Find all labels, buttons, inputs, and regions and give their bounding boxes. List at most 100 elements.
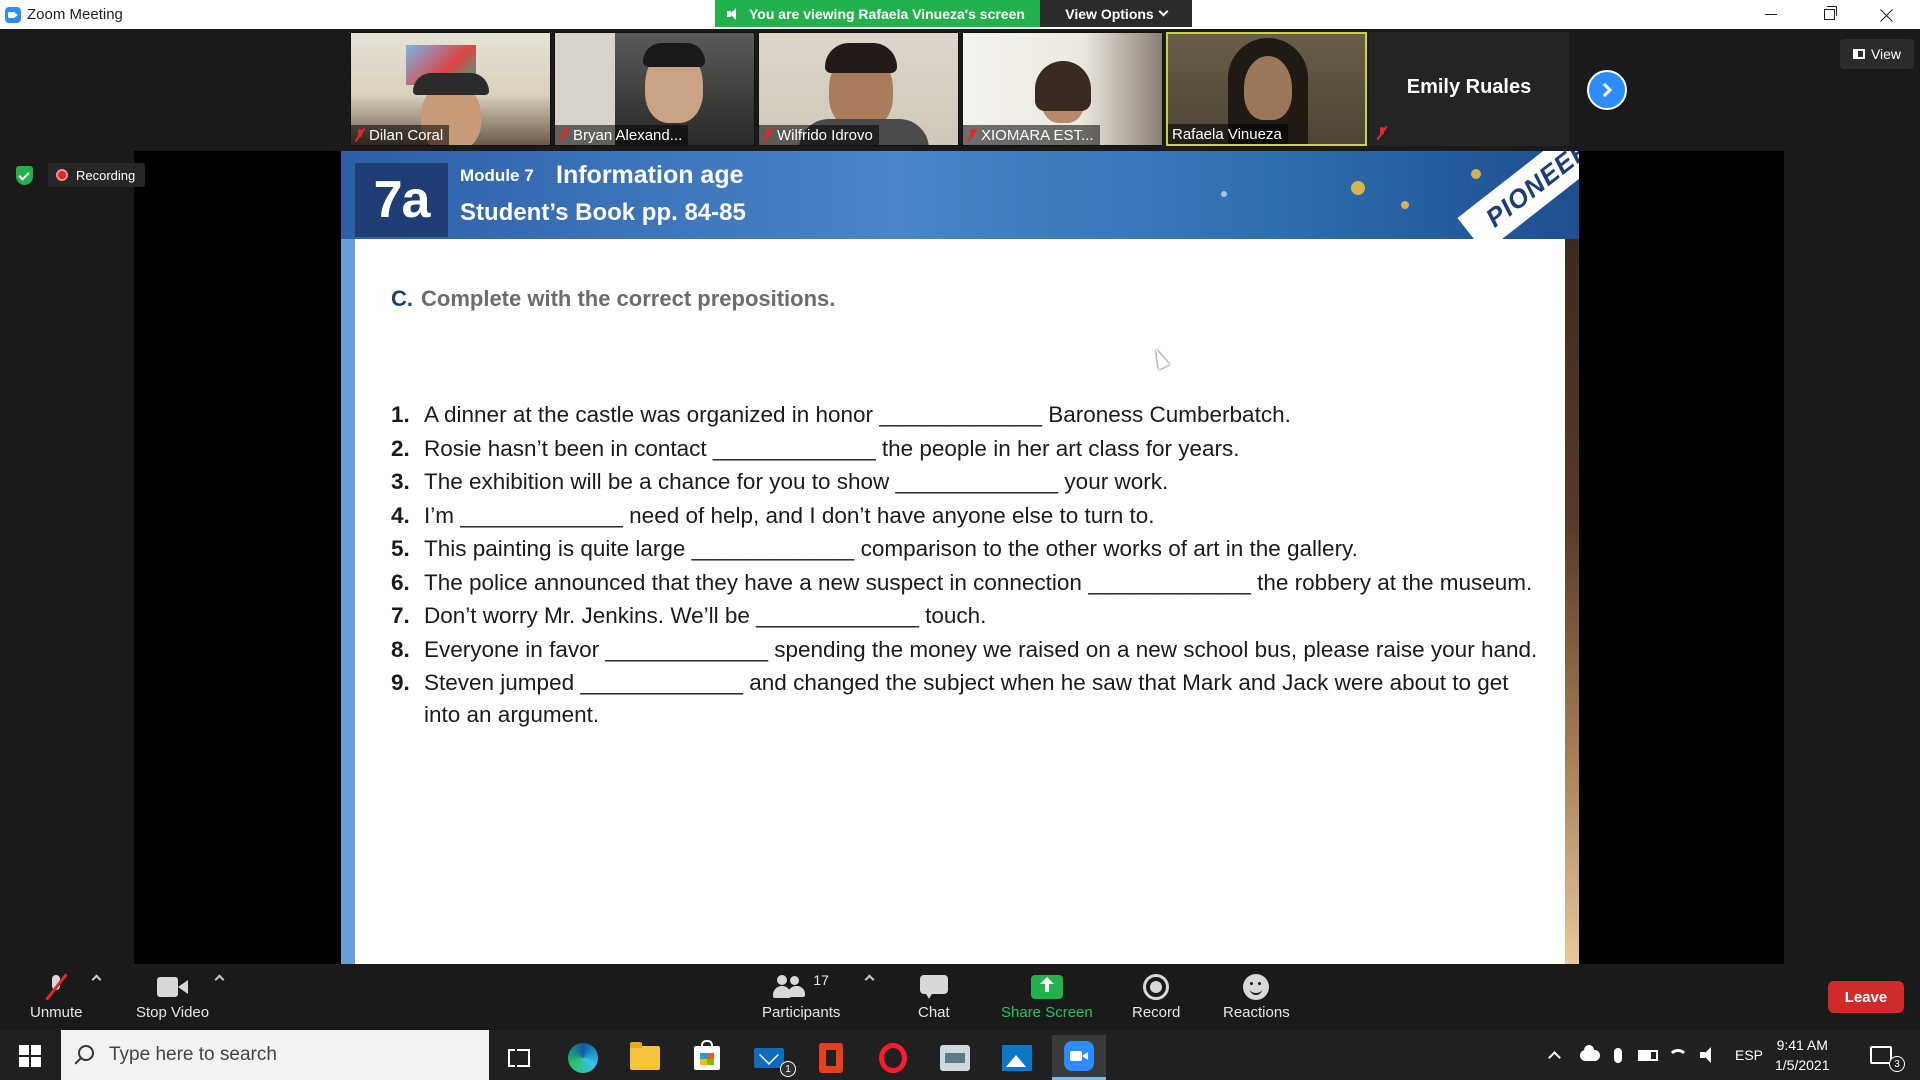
stop-video-button[interactable]: Stop Video	[136, 970, 209, 1021]
clock[interactable]: 9:41 AM 1/5/2021	[1775, 1030, 1830, 1080]
file-explorer-app[interactable]	[618, 1035, 672, 1080]
close-icon	[1880, 8, 1894, 22]
windows-start-icon[interactable]	[19, 1045, 41, 1067]
decor-splash	[1351, 181, 1365, 195]
item-number: 2.	[391, 435, 410, 461]
record-dot-icon	[56, 169, 68, 181]
viewing-banner-text: You are viewing Rafaela Vinueza's screen	[749, 5, 1025, 22]
chat-button[interactable]: Chat	[918, 970, 950, 1021]
mail-app[interactable]: 1	[742, 1035, 796, 1080]
viewing-banner: You are viewing Rafaela Vinueza's screen	[715, 0, 1040, 27]
mail-icon	[754, 1047, 784, 1068]
item-text: The police announced that they have a ne…	[424, 569, 1533, 595]
battery-tray[interactable]	[1638, 1030, 1658, 1080]
onedrive-tray[interactable]	[1580, 1030, 1600, 1080]
minimize-button[interactable]	[1742, 0, 1800, 29]
next-page-button[interactable]	[1587, 70, 1627, 110]
item-text: Everyone in favor _____________ spending…	[424, 636, 1538, 662]
participant-name-tag: Rafaela Vinueza	[1168, 124, 1288, 144]
minimize-icon	[1765, 14, 1777, 15]
chevron-down-icon	[1158, 6, 1169, 17]
participant-name: Wilfrido Idrovo	[777, 126, 873, 144]
mic-muted-icon	[355, 128, 365, 142]
hair-shape	[1035, 61, 1091, 111]
item-number: 7.	[391, 603, 410, 628]
opera-app[interactable]	[866, 1035, 920, 1080]
wifi-tray[interactable]	[1668, 1030, 1688, 1080]
document-left-bar	[341, 239, 355, 964]
view-options-label: View Options	[1065, 5, 1154, 22]
view-button[interactable]: View	[1840, 39, 1914, 69]
edge-app[interactable]	[556, 1035, 610, 1080]
chat-label: Chat	[918, 1004, 950, 1021]
video-tile-bryan[interactable]: Bryan Alexand...	[554, 32, 755, 146]
participant-figure	[1244, 56, 1292, 120]
photos-icon	[1002, 1044, 1032, 1071]
share-screen-button[interactable]: Share Screen	[1001, 970, 1093, 1021]
recording-indicator[interactable]: Recording	[48, 163, 146, 187]
hair-shape	[643, 43, 705, 67]
exercise-item: 6. The police announced that they have a …	[391, 567, 1541, 599]
taskbar-search-box[interactable]: Type here to search	[61, 1030, 489, 1080]
item-text: A dinner at the castle was organized in …	[424, 402, 1291, 427]
book-pages: Student’s Book pp. 84-85	[460, 199, 746, 226]
instruction-text: Complete with the correct prepositions.	[421, 286, 836, 311]
cloud-icon	[1580, 1044, 1600, 1061]
restore-button[interactable]	[1800, 0, 1858, 29]
language-indicator[interactable]: ESP	[1735, 1030, 1763, 1080]
reactions-button[interactable]: Reactions	[1223, 970, 1290, 1021]
view-options-button[interactable]: View Options	[1040, 0, 1192, 27]
participant-name-tag: XIOMARA EST...	[963, 125, 1100, 145]
mail-badge: 1	[780, 1061, 796, 1077]
speaker-icon	[727, 7, 741, 20]
video-options-caret-icon[interactable]	[214, 974, 225, 985]
mic-muted-icon	[1377, 126, 1387, 140]
document-right-art	[1565, 239, 1579, 964]
video-tile-rafaela[interactable]: Rafaela Vinueza	[1166, 32, 1367, 146]
participants-label: Participants	[762, 1004, 841, 1021]
wifi-icon	[1668, 1049, 1688, 1069]
file-app[interactable]	[928, 1035, 982, 1080]
record-button[interactable]: Record	[1132, 970, 1180, 1021]
tray-overflow-button[interactable]	[1548, 1030, 1561, 1080]
zoom-taskbar-app[interactable]	[1052, 1035, 1106, 1080]
task-view-button[interactable]	[492, 1035, 546, 1080]
participants-options-caret-icon[interactable]	[864, 974, 875, 985]
video-tile-wilfrido[interactable]: Wilfrido Idrovo	[758, 32, 959, 146]
exercise-item: 7. Don’t worry Mr. Jenkins. We’ll be ____…	[391, 600, 1541, 632]
action-center-button[interactable]	[1870, 1030, 1892, 1080]
chevron-up-icon	[1548, 1051, 1561, 1064]
clock-date: 1/5/2021	[1775, 1057, 1830, 1073]
photos-app[interactable]	[990, 1035, 1044, 1080]
zoom-icon	[1064, 1041, 1094, 1071]
video-tile-xiomara[interactable]: XIOMARA EST...	[962, 32, 1163, 146]
video-tile-dilan[interactable]: Dilan Coral	[350, 32, 551, 146]
cap-shape	[413, 73, 489, 95]
microphone-muted-icon	[46, 973, 66, 1001]
store-app[interactable]	[680, 1035, 734, 1080]
zoom-app-icon	[5, 7, 21, 23]
participant-name: Bryan Alexand...	[573, 126, 683, 144]
search-placeholder: Type here to search	[109, 1044, 277, 1065]
leave-button[interactable]: Leave	[1828, 981, 1904, 1013]
audio-options-caret-icon[interactable]	[91, 974, 102, 985]
mic-tray[interactable]	[1614, 1030, 1622, 1080]
exercise-item: 9. Steven jumped _____________ and change…	[391, 667, 1541, 730]
volume-tray[interactable]	[1700, 1030, 1720, 1080]
clock-time: 9:41 AM	[1776, 1037, 1828, 1053]
item-number: 4.	[391, 502, 410, 528]
edge-browser-icon	[568, 1042, 598, 1073]
unmute-button[interactable]: Unmute	[30, 970, 83, 1021]
participants-button[interactable]: 17 Participants	[762, 970, 840, 1021]
close-button[interactable]	[1858, 0, 1916, 29]
featured-participant-name: Emily Ruales	[1406, 76, 1532, 98]
exercise-letter: C.	[391, 286, 413, 311]
video-tile-emily[interactable]: Emily Ruales	[1369, 32, 1569, 146]
item-text: Rosie hasn’t been in contact ___________…	[424, 435, 1240, 461]
exercise-item: 1. A dinner at the castle was organized i…	[391, 399, 1541, 431]
shield-icon[interactable]	[16, 166, 33, 185]
item-number: 3.	[391, 469, 410, 494]
office-app[interactable]	[804, 1035, 858, 1080]
chevron-right-icon	[1597, 82, 1613, 98]
document-header: 7a Module 7 Information age Student’s Bo…	[341, 151, 1579, 253]
